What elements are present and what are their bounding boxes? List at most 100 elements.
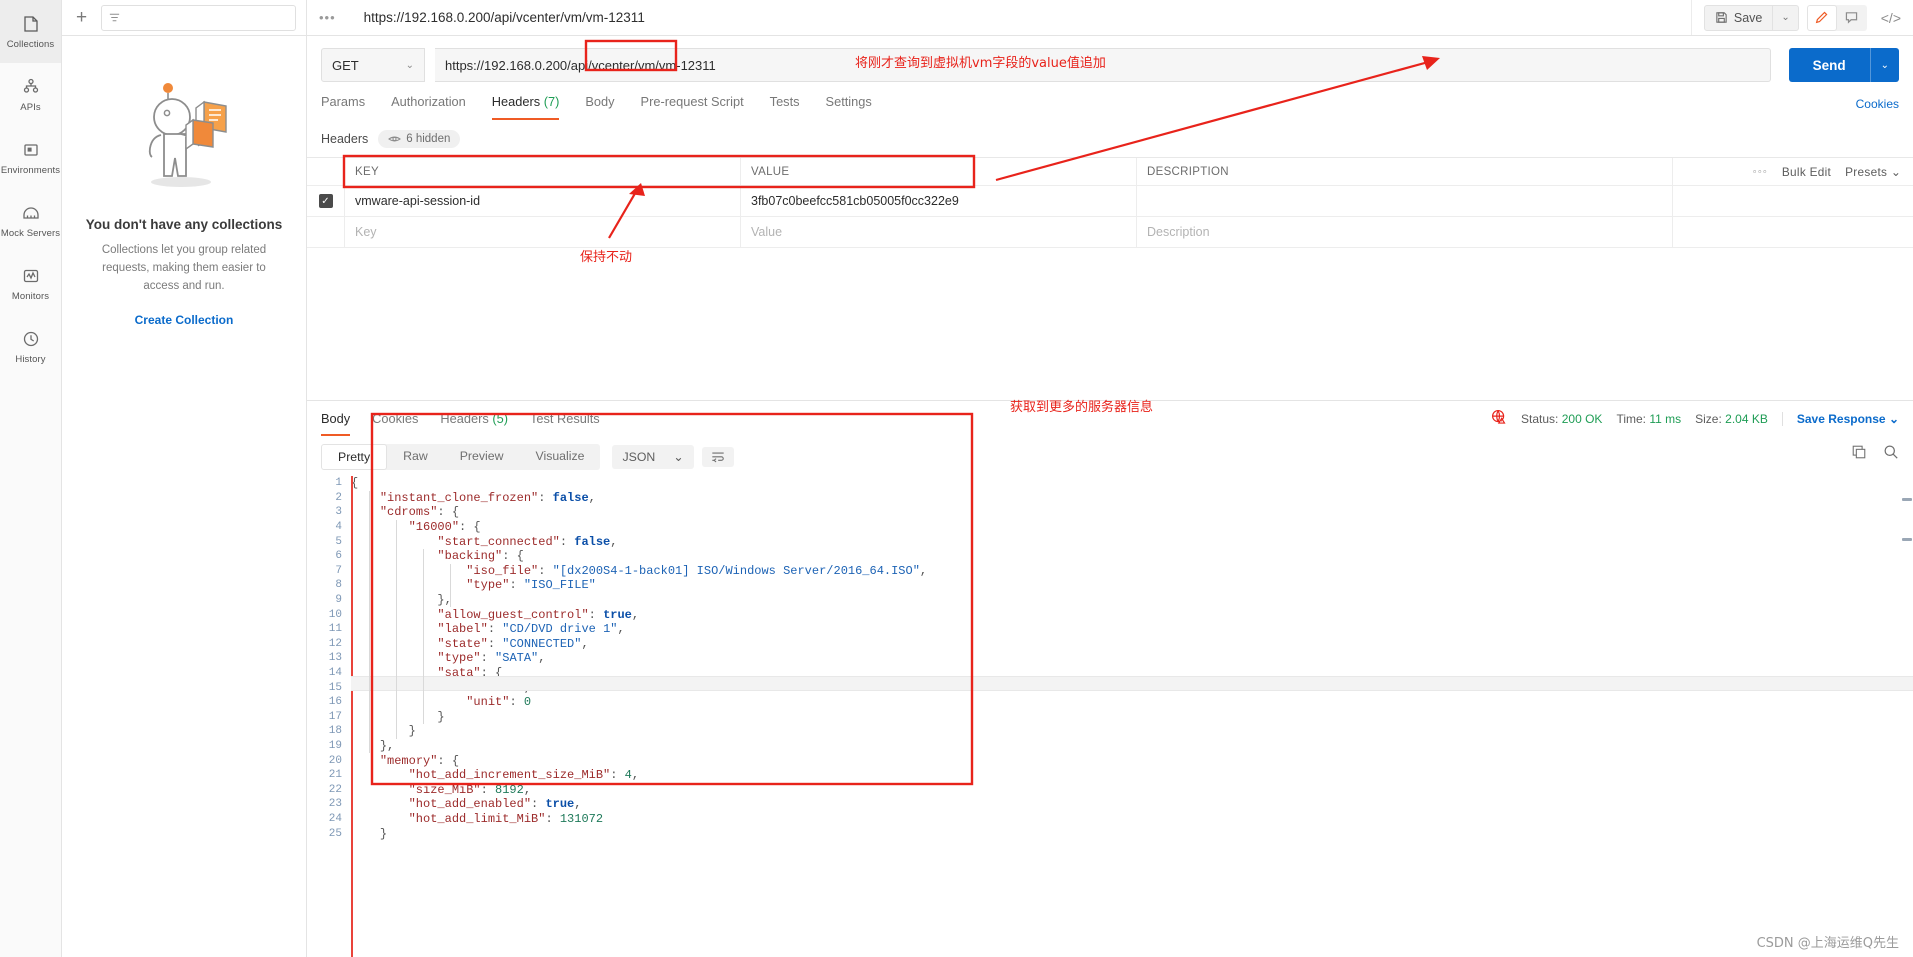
code-token: : { bbox=[459, 520, 481, 535]
header-description-placeholder[interactable]: Description bbox=[1137, 217, 1673, 247]
header-key-cell[interactable]: vmware-api-session-id bbox=[345, 186, 741, 216]
rail-item-apis[interactable]: APIs bbox=[0, 63, 61, 126]
headers-subbar: Headers 6 hidden bbox=[307, 120, 1913, 157]
line-content: "start_connected": false, bbox=[351, 535, 617, 549]
sidebar-filter-input[interactable] bbox=[101, 4, 296, 31]
tab-settings[interactable]: Settings bbox=[826, 94, 872, 120]
line-number: 25 bbox=[328, 827, 342, 840]
response-body-viewer[interactable]: 1{2 "instant_clone_frozen": false, 3 "cdr… bbox=[307, 476, 1913, 957]
line-content: "state": "CONNECTED", bbox=[351, 636, 588, 651]
code-token: , bbox=[538, 651, 546, 666]
fold-guide bbox=[450, 563, 451, 608]
code-token: "unit" bbox=[466, 695, 510, 710]
edit-mode-button[interactable] bbox=[1806, 4, 1837, 31]
line-content: } bbox=[351, 724, 416, 738]
send-dropdown-button[interactable]: ⌄ bbox=[1869, 48, 1899, 82]
table-options-button[interactable]: ◦◦◦ bbox=[1753, 166, 1768, 178]
header-value-cell[interactable]: 3fb07c0beefcc581cb05005f0cc322e9 bbox=[741, 186, 1137, 216]
response-tab-test-results[interactable]: Test Results bbox=[530, 411, 600, 436]
header-key-placeholder[interactable]: Key bbox=[345, 217, 741, 247]
line-content: "type": "SATA", bbox=[351, 651, 545, 665]
size-label: Size: bbox=[1695, 411, 1722, 426]
save-button[interactable]: Save bbox=[1705, 11, 1773, 25]
create-collection-link[interactable]: Create Collection bbox=[135, 313, 234, 327]
search-icon[interactable] bbox=[1883, 444, 1899, 463]
empty-state-illustration bbox=[109, 74, 259, 197]
line-number: 10 bbox=[328, 608, 342, 621]
code-line: 18 } bbox=[307, 724, 1913, 739]
code-line: 2 "instant_clone_frozen": false, bbox=[307, 491, 1913, 506]
code-line: 6 "backing": { bbox=[307, 549, 1913, 564]
save-button-group: Save ⌄ bbox=[1703, 4, 1799, 31]
cookies-link[interactable]: Cookies bbox=[1856, 97, 1899, 111]
code-token: : bbox=[487, 636, 503, 651]
wrap-lines-button[interactable] bbox=[701, 447, 734, 467]
response-tab-headers[interactable]: Headers (5) bbox=[440, 411, 508, 436]
open-request-tab-title: https://192.168.0.200/api/vcenter/vm/vm-… bbox=[363, 10, 645, 25]
header-description-cell[interactable] bbox=[1137, 186, 1673, 216]
code-snippet-button[interactable]: </> bbox=[1875, 10, 1901, 26]
line-number: 18 bbox=[328, 725, 342, 738]
code-token: "cdroms" bbox=[379, 505, 438, 520]
format-visualize[interactable]: Visualize bbox=[519, 444, 600, 470]
method-selector[interactable]: GET ⌄ bbox=[321, 48, 425, 82]
response-tab-body[interactable]: Body bbox=[321, 411, 351, 436]
format-raw[interactable]: Raw bbox=[387, 444, 444, 470]
tab-params[interactable]: Params bbox=[321, 94, 365, 120]
comment-mode-button[interactable] bbox=[1837, 5, 1867, 31]
send-button[interactable]: Send bbox=[1789, 48, 1870, 82]
code-line: 22 "size_MiB": 8192, bbox=[307, 782, 1913, 797]
new-tab-button[interactable]: + bbox=[72, 8, 91, 27]
rail-item-history[interactable]: History bbox=[0, 315, 61, 378]
code-token: true bbox=[603, 607, 632, 622]
format-pretty[interactable]: Pretty bbox=[321, 444, 388, 470]
url-text: https://192.168.0.200/api/vcenter/vm/vm-… bbox=[445, 57, 716, 73]
rail-item-environments[interactable]: Environments bbox=[0, 126, 61, 189]
header-row-checkbox[interactable]: ✓ bbox=[318, 194, 333, 208]
code-line: 12 "state": "CONNECTED", bbox=[307, 637, 1913, 652]
mock-servers-icon bbox=[21, 203, 41, 223]
request-spacer bbox=[307, 248, 1913, 400]
table-row[interactable]: Key Value Description bbox=[307, 217, 1913, 248]
tab-label: Headers bbox=[440, 411, 489, 426]
chevron-down-icon: ⌄ bbox=[1888, 411, 1899, 426]
response-json: 1{2 "instant_clone_frozen": false, 3 "cdr… bbox=[307, 476, 1913, 957]
sidebar-more-button[interactable]: ••• bbox=[307, 0, 348, 35]
method-label: GET bbox=[332, 57, 359, 73]
time-label: Time: bbox=[1616, 411, 1646, 426]
line-number: 19 bbox=[328, 739, 342, 752]
response-tab-cookies[interactable]: Cookies bbox=[372, 411, 418, 436]
tab-body[interactable]: Body bbox=[585, 94, 614, 120]
code-token: "[dx200S4-1-back01] ISO/Windows Server/2… bbox=[552, 563, 920, 578]
tab-authorization[interactable]: Authorization bbox=[391, 94, 466, 120]
save-dropdown-button[interactable]: ⌄ bbox=[1772, 5, 1797, 30]
rail-label: Monitors bbox=[11, 290, 50, 302]
tab-tests[interactable]: Tests bbox=[770, 94, 800, 120]
scroll-marker bbox=[1902, 498, 1912, 501]
copy-icon[interactable] bbox=[1851, 444, 1867, 463]
line-content: "type": "ISO_FILE" bbox=[351, 578, 596, 592]
table-row[interactable]: ✓ vmware-api-session-id 3fb07c0beefcc581… bbox=[307, 186, 1913, 217]
hidden-headers-toggle[interactable]: 6 hidden bbox=[378, 130, 461, 148]
line-number: 8 bbox=[335, 579, 342, 592]
rail-item-collections[interactable]: Collections bbox=[0, 0, 61, 63]
format-preview[interactable]: Preview bbox=[444, 444, 520, 470]
time-value: 11 ms bbox=[1649, 411, 1682, 426]
code-line: 17 } bbox=[307, 710, 1913, 725]
tab-headers[interactable]: Headers (7) bbox=[491, 94, 560, 120]
status-group: Status: 200 OK bbox=[1521, 412, 1602, 426]
line-number: 17 bbox=[328, 710, 342, 723]
open-request-tab[interactable]: https://192.168.0.200/api/vcenter/vm/vm-… bbox=[348, 0, 1691, 35]
rail-item-monitors[interactable]: Monitors bbox=[0, 252, 61, 315]
security-warning-icon[interactable] bbox=[1491, 409, 1507, 428]
fold-guide bbox=[369, 490, 370, 754]
save-response-button[interactable]: Save Response ⌄ bbox=[1781, 411, 1899, 426]
header-value-placeholder[interactable]: Value bbox=[741, 217, 1137, 247]
tab-pre-request-script[interactable]: Pre-request Script bbox=[641, 94, 744, 120]
column-description: DESCRIPTION bbox=[1137, 158, 1673, 185]
url-input[interactable]: https://192.168.0.200/api/vcenter/vm/vm-… bbox=[435, 48, 1771, 82]
language-selector[interactable]: JSON ⌄ bbox=[612, 445, 694, 469]
presets-button[interactable]: Presets ⌄ bbox=[1845, 165, 1901, 179]
rail-item-mock-servers[interactable]: Mock Servers bbox=[0, 189, 61, 252]
bulk-edit-button[interactable]: Bulk Edit bbox=[1782, 165, 1831, 179]
